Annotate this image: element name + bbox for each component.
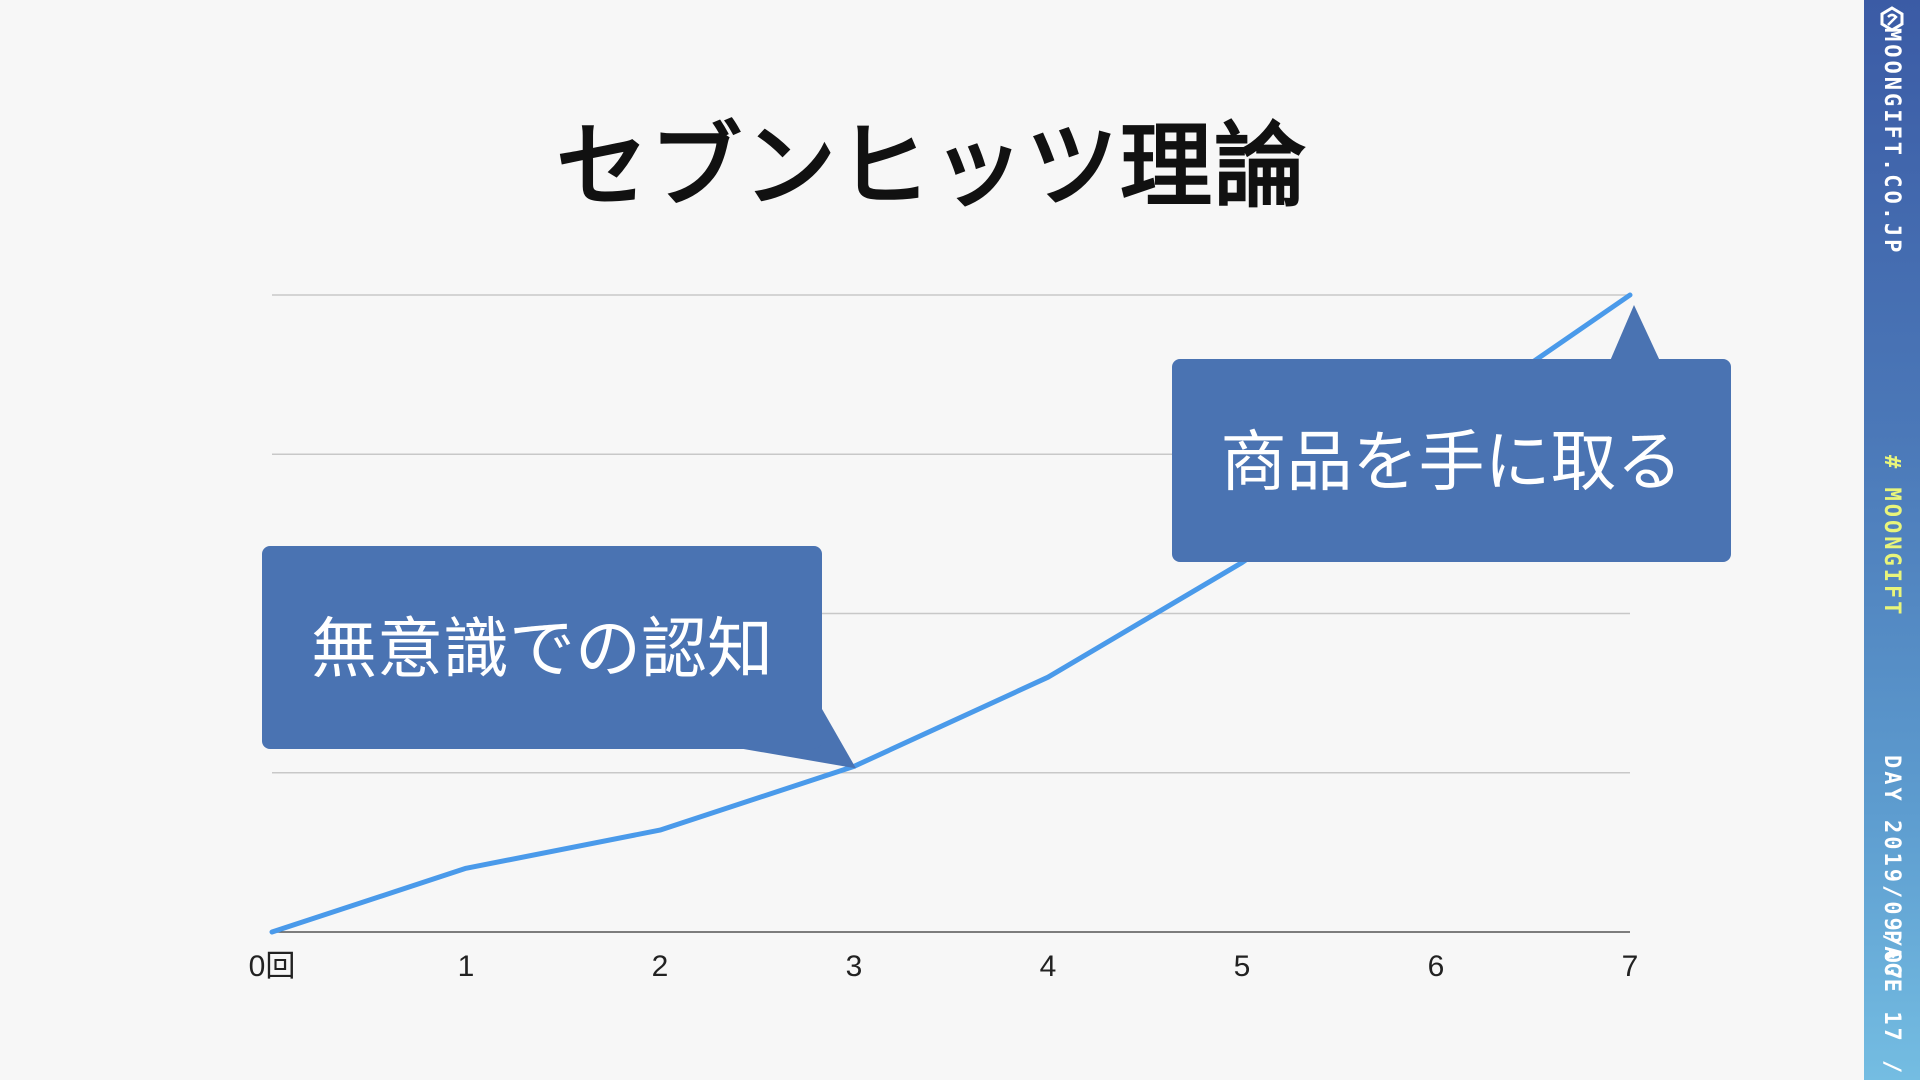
x-tick-label-3: 3	[846, 950, 863, 983]
sidebar-domain: MOONGIFT.CO.JP	[1879, 28, 1904, 256]
callout-awareness-text: 無意識での認知	[311, 611, 773, 688]
sidebar-hashtag: # MOONGIFT	[1879, 455, 1904, 618]
callout-pick-up: 商品を手に取る	[1172, 305, 1731, 562]
x-tick-label-5: 5	[1234, 950, 1251, 983]
x-tick-label-6: 6	[1428, 950, 1445, 983]
callout-pick-up-text: 商品を手に取る	[1221, 424, 1683, 501]
sidebar: MOONGIFT.CO.JP # MOONGIFT DAY 2019/09/07…	[1864, 0, 1920, 1080]
x-tick-label-0: 0回	[249, 950, 296, 983]
x-tick-label-2: 2	[652, 950, 669, 983]
x-tick-label-4: 4	[1040, 950, 1057, 983]
callout-awareness: 無意識での認知	[262, 546, 856, 769]
line-chart: 0回 1 2 3 4 5 6 7 無意識での認知 商品を手に取る	[249, 292, 1731, 983]
x-tick-label-7: 7	[1622, 950, 1639, 983]
sidebar-page-number: PAGE 17 / 43	[1879, 930, 1904, 1080]
slide: セブンヒッツ理論 0回 1 2 3 4 5 6 7 無意識での認知 商品を手に取る MOONGI…	[0, 0, 1920, 1080]
callout-pick-up-pointer	[1610, 305, 1660, 361]
tick-layer: 0回 1 2 3 4 5 6 7	[249, 950, 1639, 983]
x-tick-label-1: 1	[458, 950, 475, 983]
